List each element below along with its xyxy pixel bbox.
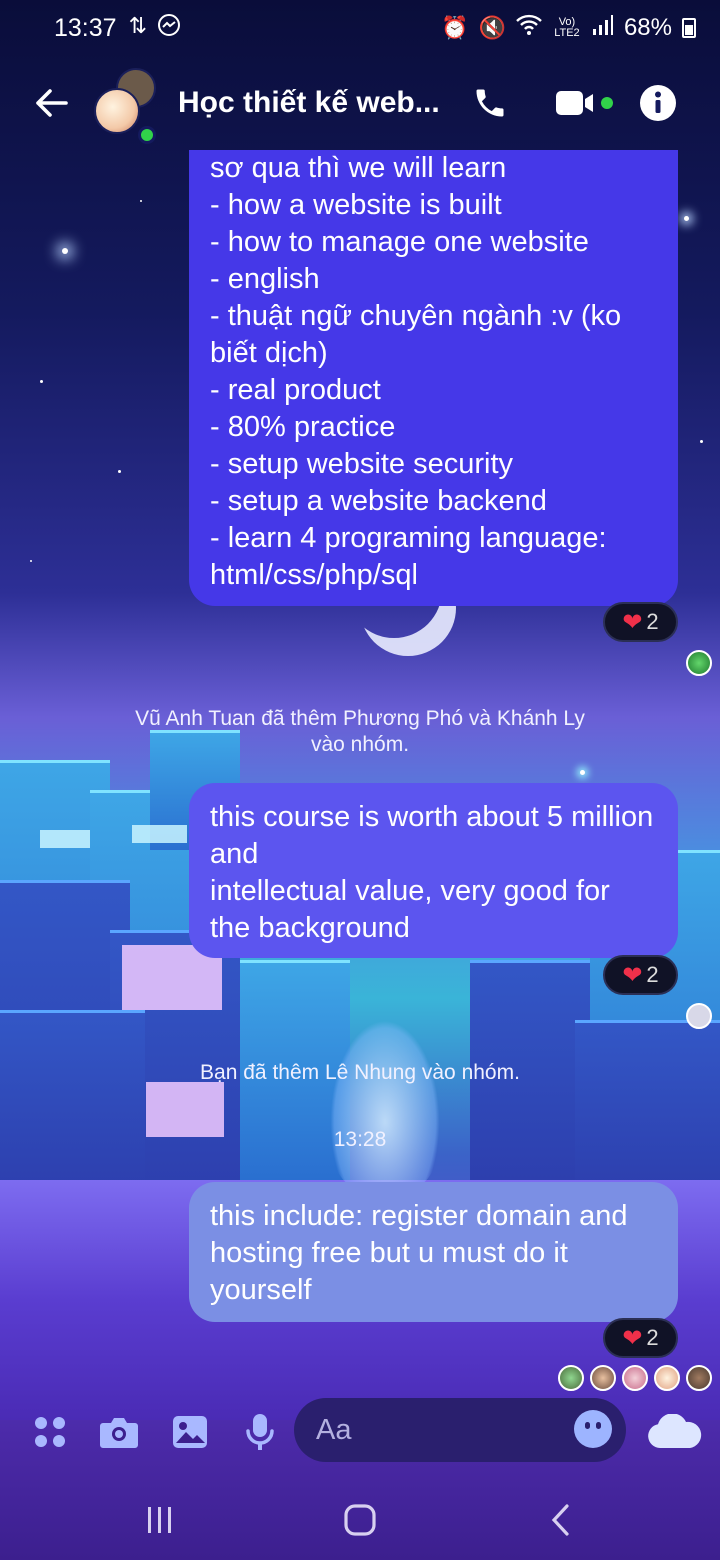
recent-apps-icon — [148, 1507, 171, 1533]
alarm-icon: ⏰ — [441, 15, 469, 40]
recent-apps-button[interactable] — [140, 1500, 180, 1540]
online-indicator — [138, 126, 156, 144]
status-bar: 13:37 ⇅ ⏰ 🔇 Vo) LTE2 68% — [0, 0, 720, 56]
read-receipt-avatar — [686, 1365, 712, 1391]
quick-reaction-button[interactable] — [646, 1412, 702, 1452]
status-time: 13:37 — [54, 13, 117, 42]
heart-icon: ❤ — [622, 961, 643, 989]
message-composer: Aa — [0, 1398, 720, 1466]
network-label: Vo) LTE2 — [554, 16, 580, 39]
heart-icon: ❤ — [622, 1324, 643, 1352]
read-receipt-avatar — [622, 1365, 648, 1391]
system-navigation-bar — [0, 1480, 720, 1560]
battery-percent: 68% — [623, 14, 672, 41]
message-input[interactable]: Aa — [294, 1398, 626, 1462]
read-receipt-avatar — [654, 1365, 680, 1391]
message-bubble[interactable]: sơ qua thì we will learn - how a website… — [189, 150, 678, 606]
message-bubble[interactable]: this course is worth about 5 million and… — [189, 783, 678, 958]
read-receipt-avatar — [558, 1365, 584, 1391]
system-back-button[interactable] — [540, 1500, 580, 1540]
battery-icon — [682, 18, 696, 38]
avatar — [94, 88, 140, 134]
read-receipt-avatar — [590, 1365, 616, 1391]
info-button[interactable] — [638, 78, 678, 128]
messenger-notification-icon — [157, 13, 181, 43]
home-icon — [344, 1504, 376, 1536]
reaction-count: 2 — [646, 962, 659, 987]
active-call-dot — [601, 97, 613, 109]
signal-icon — [592, 14, 614, 42]
reaction-count: 2 — [646, 1325, 659, 1350]
read-receipt-avatar — [686, 650, 712, 676]
reaction-badge[interactable]: ❤ 2 — [603, 602, 678, 642]
reaction-count: 2 — [646, 609, 659, 634]
image-icon — [173, 1416, 207, 1448]
info-icon — [640, 85, 676, 121]
system-message: Vũ Anh Tuan đã thêm Phương Phó và Khánh … — [135, 707, 585, 756]
heart-icon: ❤ — [622, 608, 643, 636]
back-arrow-icon — [36, 89, 68, 117]
message-bubble[interactable]: this include: register domain and hostin… — [189, 1182, 678, 1322]
gallery-button[interactable] — [170, 1412, 210, 1452]
data-transfer-icon: ⇅ — [128, 13, 147, 38]
mute-icon: 🔇 — [478, 15, 506, 40]
video-call-button[interactable] — [552, 78, 616, 128]
read-receipt-avatar — [686, 1003, 712, 1029]
apps-button[interactable] — [30, 1412, 70, 1452]
wifi-icon — [516, 14, 542, 42]
video-camera-icon — [556, 91, 593, 115]
voice-message-button[interactable] — [240, 1412, 280, 1452]
reaction-badge[interactable]: ❤ 2 — [603, 955, 678, 995]
chevron-left-icon — [551, 1504, 569, 1536]
chat-title[interactable]: Học thiết kế web... — [178, 86, 438, 120]
message-input-placeholder: Aa — [316, 1413, 352, 1446]
chat-header: Học thiết kế web... — [0, 56, 720, 150]
apps-icon — [35, 1417, 65, 1447]
message-timestamp: 13:28 — [333, 1128, 387, 1151]
back-button[interactable] — [26, 78, 76, 128]
emoji-icon[interactable] — [574, 1410, 612, 1448]
reaction-badge[interactable]: ❤ 2 — [603, 1318, 678, 1358]
home-button[interactable] — [340, 1500, 380, 1540]
phone-icon — [476, 89, 504, 117]
microphone-icon — [246, 1414, 274, 1450]
cloud-icon — [648, 1414, 702, 1448]
camera-icon — [100, 1418, 138, 1448]
system-message: Bạn đã thêm Lê Nhung vào nhóm. — [200, 1061, 520, 1084]
group-avatar[interactable] — [94, 68, 164, 144]
camera-button[interactable] — [98, 1412, 140, 1452]
voice-call-button[interactable] — [470, 78, 510, 128]
